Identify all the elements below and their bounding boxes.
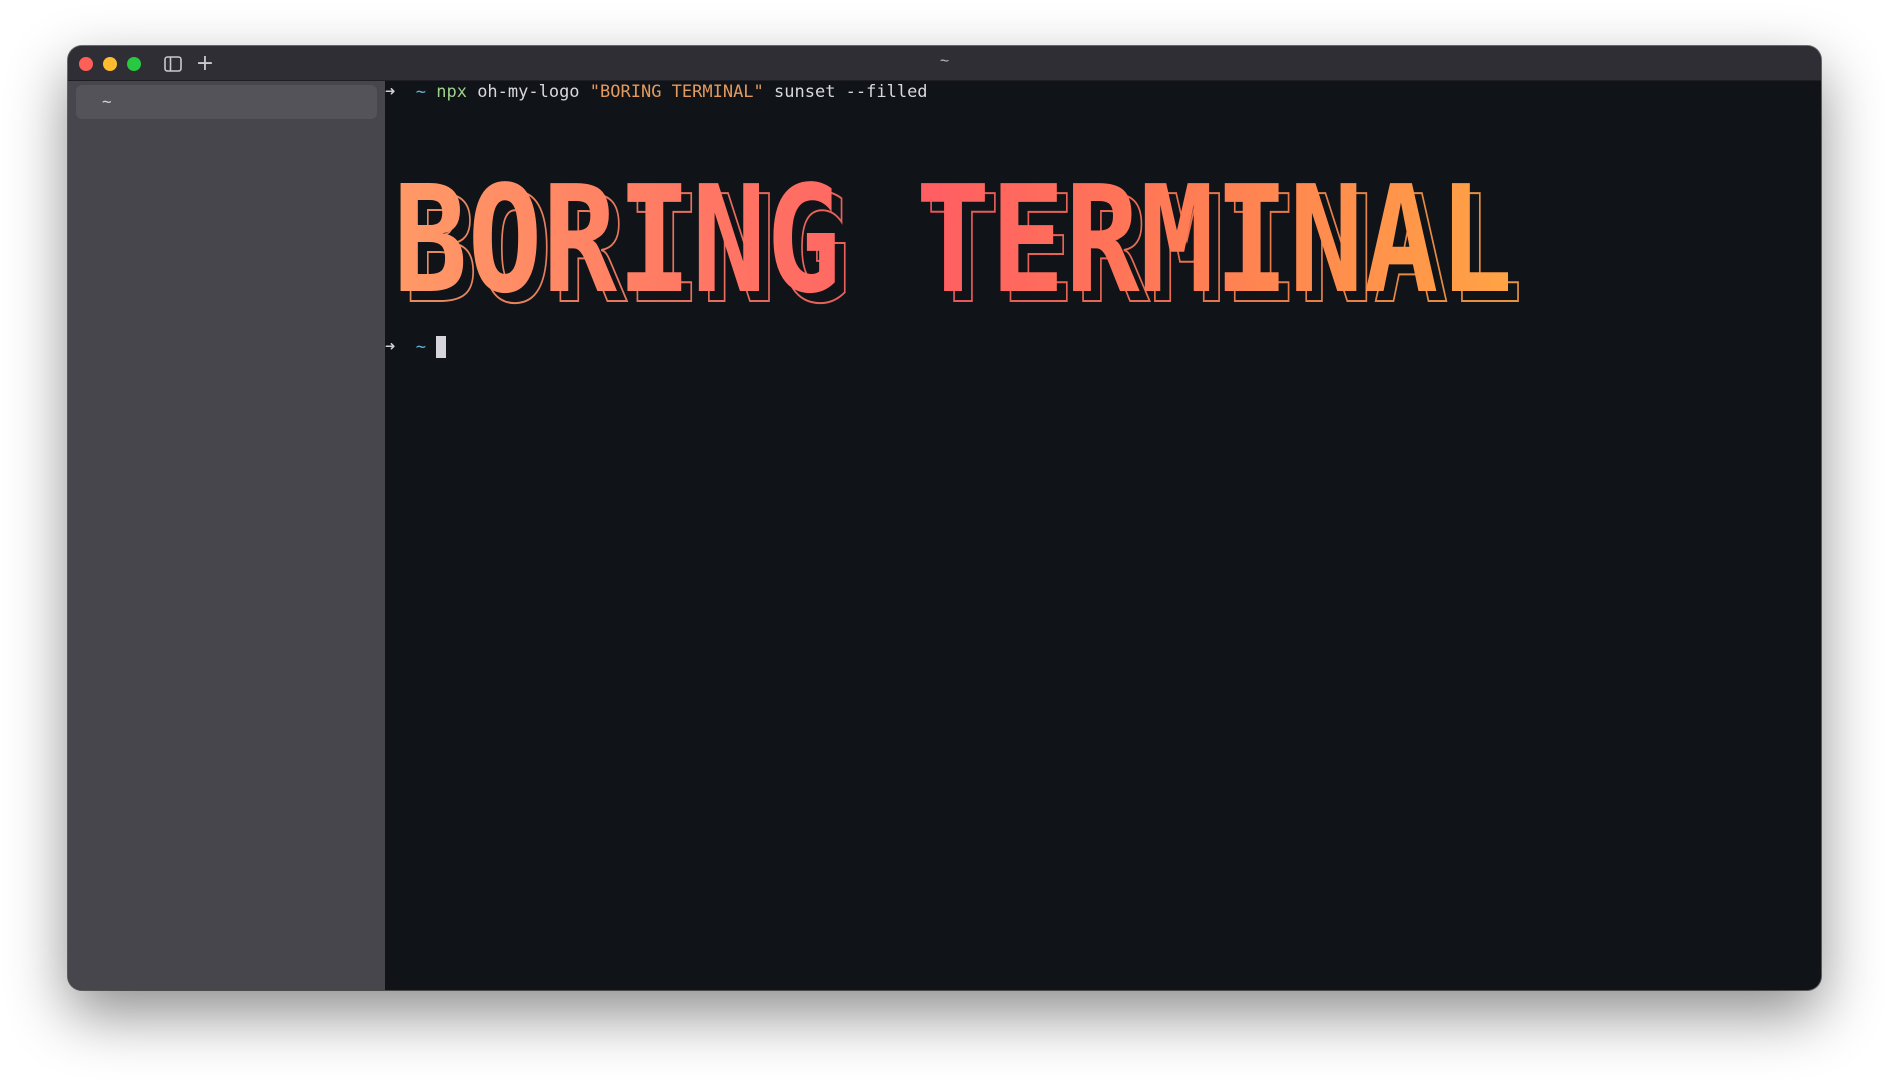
sidebar-item-label: ~ — [102, 92, 112, 111]
window-title: ~ — [939, 53, 950, 70]
terminal-pane[interactable]: ➜ ~ npx oh-my-logo "BORING TERMINAL" sun… — [385, 81, 1821, 990]
command-program: npx — [436, 82, 467, 102]
command-args: oh-my-logo — [466, 82, 590, 102]
title-bar[interactable]: + ~ — [68, 46, 1821, 81]
prompt-directory: ~ — [415, 337, 426, 357]
logo-text: BORING TERMINAL — [393, 154, 1513, 316]
prompt-arrow-icon: ➜ — [385, 337, 396, 357]
prompt-directory: ~ — [415, 82, 426, 102]
ascii-logo: BORING TERMINAL BORING TERMINAL — [393, 154, 1524, 316]
sidebar: ~ — [68, 81, 385, 990]
command-string-arg: "BORING TERMINAL" — [589, 82, 764, 102]
sidebar-item-home[interactable]: ~ — [76, 85, 377, 119]
terminal-window: + ~ ~ ➜ ~ npx oh-my-logo "BORING TERMINA… — [68, 46, 1821, 990]
command-args-tail: sunset --filled — [763, 82, 928, 102]
command-line: ➜ ~ npx oh-my-logo "BORING TERMINAL" sun… — [385, 81, 928, 103]
text-cursor — [436, 336, 447, 358]
prompt-arrow-icon: ➜ — [385, 82, 396, 102]
prompt-line: ➜ ~ — [385, 336, 447, 358]
